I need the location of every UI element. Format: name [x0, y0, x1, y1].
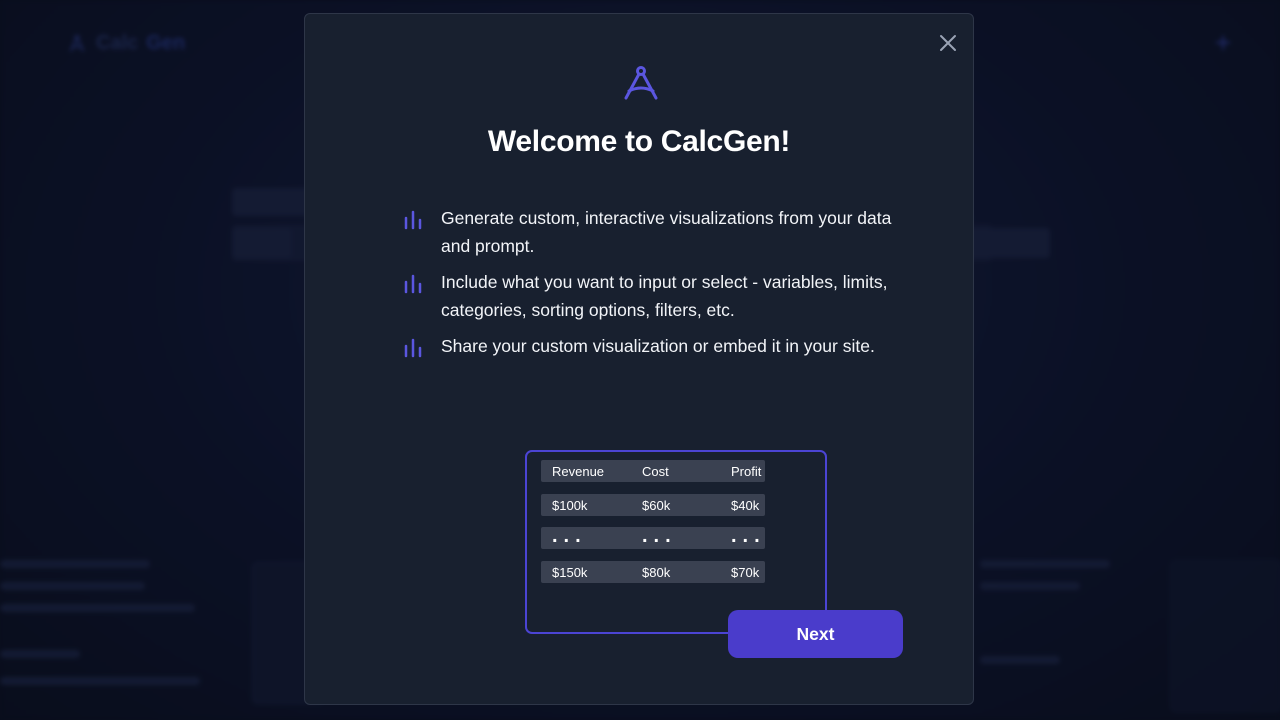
welcome-modal: Welcome to CalcGen! Generate custom, int… [304, 13, 974, 705]
table-header-cell: Cost [642, 464, 669, 479]
table-row: $100k $60k $40k [541, 494, 765, 516]
table-header-cell: Revenue [552, 464, 605, 479]
table-cell: $150k [552, 565, 588, 580]
table-cell: $40k [731, 498, 760, 513]
modal-title: Welcome to CalcGen! [487, 125, 791, 158]
bar-chart-icon [404, 338, 422, 358]
bar-chart-icon [404, 274, 422, 294]
compass-icon [624, 66, 658, 100]
table-cell: ... [642, 525, 677, 547]
table-cell: $60k [642, 498, 671, 513]
feature-item: Generate custom, interactive visualizati… [403, 204, 923, 260]
next-button[interactable]: Next [728, 610, 903, 658]
table-cell: $80k [642, 565, 671, 580]
table-row: ... ... ... [541, 525, 766, 549]
table-illustration: Revenue Cost Profit $100k $60k $40k ... … [525, 450, 827, 634]
table-cell: ... [552, 525, 587, 547]
table-header-row: Revenue Cost Profit [541, 460, 765, 482]
table-cell: $100k [552, 498, 588, 513]
feature-list: Generate custom, interactive visualizati… [403, 204, 923, 368]
feature-text: Generate custom, interactive visualizati… [441, 208, 892, 256]
table-row: $150k $80k $70k [541, 561, 765, 583]
feature-item: Include what you want to input or select… [403, 268, 923, 324]
feature-text: Include what you want to input or select… [441, 272, 888, 320]
bar-chart-icon [404, 210, 422, 230]
table-cell: $70k [731, 565, 760, 580]
feature-text: Share your custom visualization or embed… [441, 336, 875, 356]
feature-item: Share your custom visualization or embed… [403, 332, 923, 360]
table-cell: ... [731, 525, 766, 547]
table-header-cell: Profit [731, 464, 762, 479]
close-icon[interactable] [937, 32, 959, 54]
